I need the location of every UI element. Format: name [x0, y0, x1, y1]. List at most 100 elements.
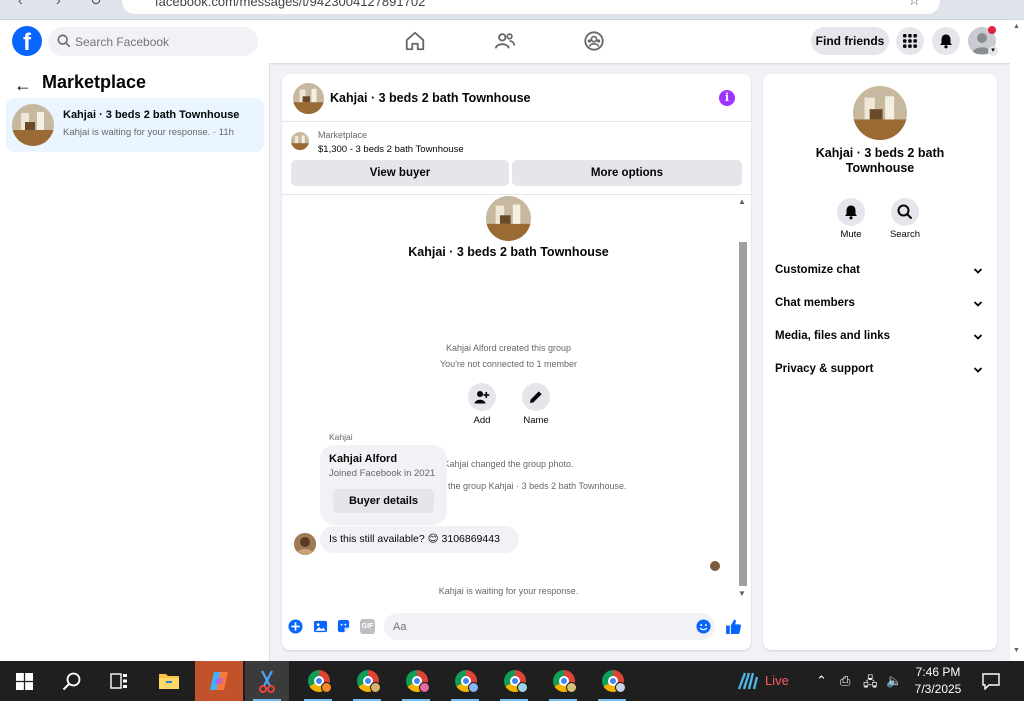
profile-badge: [370, 682, 381, 693]
chat-header-avatar[interactable]: [293, 83, 324, 114]
listing-thumbnail[interactable]: [291, 132, 309, 150]
clock-date: 7/3/2025: [914, 682, 962, 696]
add-member-button[interactable]: [468, 383, 496, 411]
chrome-profile-7[interactable]: [590, 661, 634, 701]
friends-icon[interactable]: [494, 30, 516, 52]
conversation-item[interactable]: Kahjai · 3 beds 2 bath Townhouse Kahjai …: [6, 98, 264, 152]
emoji-icon[interactable]: [696, 619, 711, 634]
scroll-up-icon[interactable]: ▲: [1013, 23, 1020, 30]
file-explorer-button[interactable]: [147, 661, 191, 701]
task-view-button[interactable]: [97, 661, 141, 701]
sticker-icon[interactable]: [336, 619, 351, 634]
network-icon[interactable]: 🖧: [863, 673, 878, 695]
page-scrollbar[interactable]: ▲ ▼: [1010, 20, 1024, 661]
smile-emoji: 😊: [427, 533, 439, 545]
chrome-profile-4[interactable]: [443, 661, 487, 701]
conversation-title: Kahjai · 3 beds 2 bath Townhouse: [63, 109, 240, 121]
buyer-profile-card: Kahjai Alford Joined Facebook in 2021 Bu…: [320, 445, 447, 525]
bookmark-star-icon[interactable]: ☆: [908, 0, 921, 9]
pencil-icon: [530, 391, 542, 403]
info-panel-title: Kahjai · 3 beds 2 bath Townhouse: [815, 146, 945, 175]
groups-icon[interactable]: [583, 30, 605, 52]
buyer-details-button[interactable]: Buyer details: [333, 489, 434, 513]
scroll-up-icon[interactable]: ▲: [738, 197, 746, 206]
mute-label: Mute: [840, 229, 862, 240]
live-label[interactable]: Live: [765, 673, 789, 688]
notification-center-icon[interactable]: [982, 673, 1000, 690]
chevron-down-icon: [973, 301, 983, 307]
scroll-down-icon[interactable]: ▼: [738, 589, 746, 598]
windows-taskbar: Live ⌃ ⎙ 🖧 🔈 7:46 PM 7/3/2025: [0, 661, 1024, 701]
message-input-box[interactable]: [384, 613, 715, 640]
facebook-logo-icon[interactable]: f: [12, 26, 42, 56]
copilot-button[interactable]: [195, 661, 243, 701]
media-files-links-section[interactable]: Media, files and links: [775, 330, 985, 350]
name-group-button[interactable]: [522, 383, 550, 411]
message-input[interactable]: [393, 613, 673, 640]
listing-bar: Marketplace $1,300 - 3 beds 2 bath Townh…: [282, 123, 751, 195]
scroll-down-icon[interactable]: ▼: [1013, 647, 1020, 654]
back-arrow-icon[interactable]: ←: [14, 75, 32, 96]
photo-icon[interactable]: [313, 619, 328, 634]
search-chat-button[interactable]: [891, 198, 919, 226]
search-input[interactable]: [75, 27, 250, 56]
menu-button[interactable]: [896, 27, 924, 55]
seen-indicator-avatar: [710, 561, 720, 571]
chrome-profile-6[interactable]: [541, 661, 585, 701]
thread-scrollbar[interactable]: ▲ ▼: [737, 196, 749, 600]
more-options-button[interactable]: More options: [512, 160, 742, 186]
chat-panel: Kahjai · 3 beds 2 bath Townhouse i Marke…: [282, 74, 751, 650]
conversation-avatar: [12, 104, 54, 146]
section-label: Customize chat: [775, 264, 860, 276]
add-label: Add: [473, 415, 491, 426]
customize-chat-section[interactable]: Customize chat: [775, 264, 985, 284]
view-buyer-button[interactable]: View buyer: [291, 160, 509, 186]
chrome-profile-5[interactable]: [492, 661, 536, 701]
mute-button[interactable]: [837, 198, 865, 226]
profile-badge: [419, 682, 430, 693]
bell-icon: [940, 34, 952, 49]
add-person-icon: [474, 391, 490, 404]
group-title: Kahjai · 3 beds 2 bath Townhouse: [408, 245, 609, 259]
profile-badge: [615, 682, 626, 693]
info-icon[interactable]: i: [719, 90, 735, 106]
group-created-note: Kahjai Alford created this group: [445, 343, 572, 353]
scrollbar-thumb[interactable]: [739, 242, 747, 586]
search-box[interactable]: [48, 27, 258, 56]
chrome-profile-1[interactable]: [296, 661, 340, 701]
taskbar-clock[interactable]: 7:46 PM 7/3/2025: [908, 664, 968, 698]
volume-icon[interactable]: 🔈: [886, 673, 902, 689]
address-bar-url: facebook.com/messages/t/9423004127891702: [155, 0, 426, 9]
name-label: Name: [523, 415, 549, 426]
show-hidden-icons-icon[interactable]: ⌃: [816, 673, 827, 689]
gif-icon[interactable]: GIF: [360, 619, 375, 634]
chevron-down-icon[interactable]: ▾: [988, 46, 998, 56]
reload-icon[interactable]: ↻: [90, 0, 102, 9]
notifications-button[interactable]: [932, 27, 960, 55]
listing-price-title[interactable]: $1,300 - 3 beds 2 bath Townhouse: [318, 144, 464, 155]
snipping-tool-button[interactable]: [245, 661, 289, 701]
chat-title[interactable]: Kahjai · 3 beds 2 bath Townhouse: [330, 91, 531, 105]
thumbs-up-icon[interactable]: [725, 618, 742, 635]
profile-badge: [517, 682, 528, 693]
meet-now-icon[interactable]: ⎙: [840, 673, 850, 689]
privacy-support-section[interactable]: Privacy & support: [775, 363, 985, 383]
taskbar-search-button[interactable]: [50, 661, 94, 701]
chrome-profile-3[interactable]: [394, 661, 438, 701]
back-icon[interactable]: ‹: [18, 0, 23, 8]
start-button[interactable]: [2, 661, 46, 701]
message-bubble[interactable]: Is this still available? 😊 3106869443: [320, 526, 519, 553]
message-thread[interactable]: Kahjai · 3 beds 2 bath Townhouse Kahjai …: [282, 196, 751, 606]
find-friends-button[interactable]: Find friends: [811, 27, 889, 55]
marketplace-sidebar: ← Marketplace Kahjai · 3 beds 2 bath Tow…: [0, 63, 270, 661]
home-icon[interactable]: [404, 30, 426, 52]
plus-icon[interactable]: [288, 619, 303, 634]
sender-avatar[interactable]: [294, 533, 316, 555]
chrome-profile-2[interactable]: [345, 661, 389, 701]
section-label: Media, files and links: [775, 330, 891, 342]
forward-icon[interactable]: ›: [56, 0, 61, 8]
section-label: Privacy & support: [775, 363, 874, 375]
chat-header: Kahjai · 3 beds 2 bath Townhouse i: [282, 74, 751, 122]
live-cricket-icon[interactable]: [737, 671, 759, 691]
chat-members-section[interactable]: Chat members: [775, 297, 985, 317]
